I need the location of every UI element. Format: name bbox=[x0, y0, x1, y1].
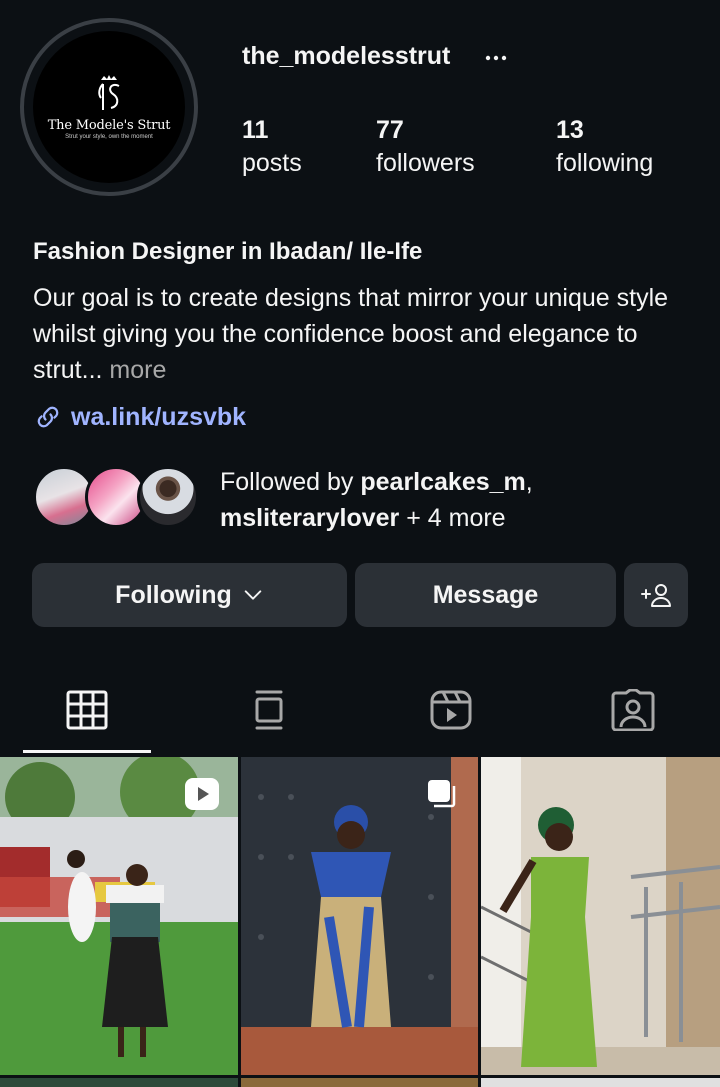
video-badge-icon bbox=[185, 778, 219, 810]
bio-title: Fashion Designer in Ibadan/ Ile-Ife bbox=[33, 238, 423, 265]
bio-link-text[interactable]: wa.link/uzsvbk bbox=[71, 403, 246, 432]
chevron-down-icon bbox=[244, 590, 262, 600]
post-tile-5[interactable] bbox=[241, 1078, 478, 1087]
stat-posts[interactable]: 11 posts bbox=[242, 116, 302, 178]
active-tab-indicator bbox=[23, 750, 151, 753]
bio-more-link[interactable]: more bbox=[109, 356, 166, 384]
brand-logo-icon bbox=[98, 75, 120, 110]
brand-tagline: Strut your style, own the moment bbox=[65, 134, 153, 140]
tab-reels[interactable] bbox=[423, 686, 479, 734]
post-image-3 bbox=[481, 757, 720, 1075]
add-person-icon bbox=[641, 584, 671, 607]
post-tile-6[interactable] bbox=[481, 1078, 720, 1087]
followed-by-sep: , bbox=[525, 468, 533, 496]
tab-feed[interactable] bbox=[241, 686, 297, 734]
bio-text-block: Our goal is to create designs that mirro… bbox=[33, 280, 693, 388]
post-tile-2[interactable] bbox=[241, 757, 478, 1075]
followers-count: 77 bbox=[376, 116, 404, 144]
suggested-users-button[interactable] bbox=[624, 563, 688, 627]
message-button[interactable]: Message bbox=[355, 563, 616, 627]
profile-username: the_modelesstrut bbox=[242, 42, 451, 70]
more-options-icon[interactable] bbox=[484, 46, 508, 70]
tab-tagged[interactable] bbox=[605, 686, 661, 734]
carousel-badge-icon bbox=[428, 780, 456, 808]
post-tile-4[interactable] bbox=[0, 1078, 238, 1087]
following-label: following bbox=[556, 149, 654, 177]
post-tile-3[interactable] bbox=[481, 757, 720, 1075]
mutual-user-2[interactable]: msliterarylover bbox=[220, 504, 399, 532]
followed-by-text[interactable]: Followed by pearlcakes_m, msliterarylove… bbox=[220, 464, 533, 536]
bio-link[interactable]: wa.link/uzsvbk bbox=[33, 402, 246, 432]
stat-followers[interactable]: 77 followers bbox=[376, 116, 475, 178]
grid-icon bbox=[66, 690, 108, 730]
following-count: 13 bbox=[556, 116, 584, 144]
brand-name: The Modele's Strut bbox=[47, 118, 171, 133]
reels-icon bbox=[430, 690, 472, 730]
message-button-label: Message bbox=[432, 580, 539, 609]
tagged-icon bbox=[611, 689, 655, 731]
posts-count: 11 bbox=[242, 116, 269, 144]
tab-grid[interactable] bbox=[59, 686, 115, 734]
followers-label: followers bbox=[376, 149, 475, 177]
post-tile-1[interactable] bbox=[0, 757, 238, 1075]
avatar[interactable]: The Modele's Strut Strut your style, own… bbox=[33, 31, 185, 183]
following-button[interactable]: Following bbox=[32, 563, 347, 627]
feed-icon bbox=[255, 690, 283, 730]
mutual-followers-avatars[interactable] bbox=[33, 466, 213, 530]
followed-by-suffix: + 4 more bbox=[399, 504, 506, 532]
following-button-label: Following bbox=[115, 580, 232, 609]
followed-by-prefix: Followed by bbox=[220, 468, 361, 496]
link-icon bbox=[37, 406, 59, 428]
mutual-avatar-3 bbox=[137, 466, 199, 528]
mutual-user-1[interactable]: pearlcakes_m bbox=[360, 468, 525, 496]
stat-following[interactable]: 13 following bbox=[556, 116, 653, 178]
posts-label: posts bbox=[242, 149, 302, 177]
